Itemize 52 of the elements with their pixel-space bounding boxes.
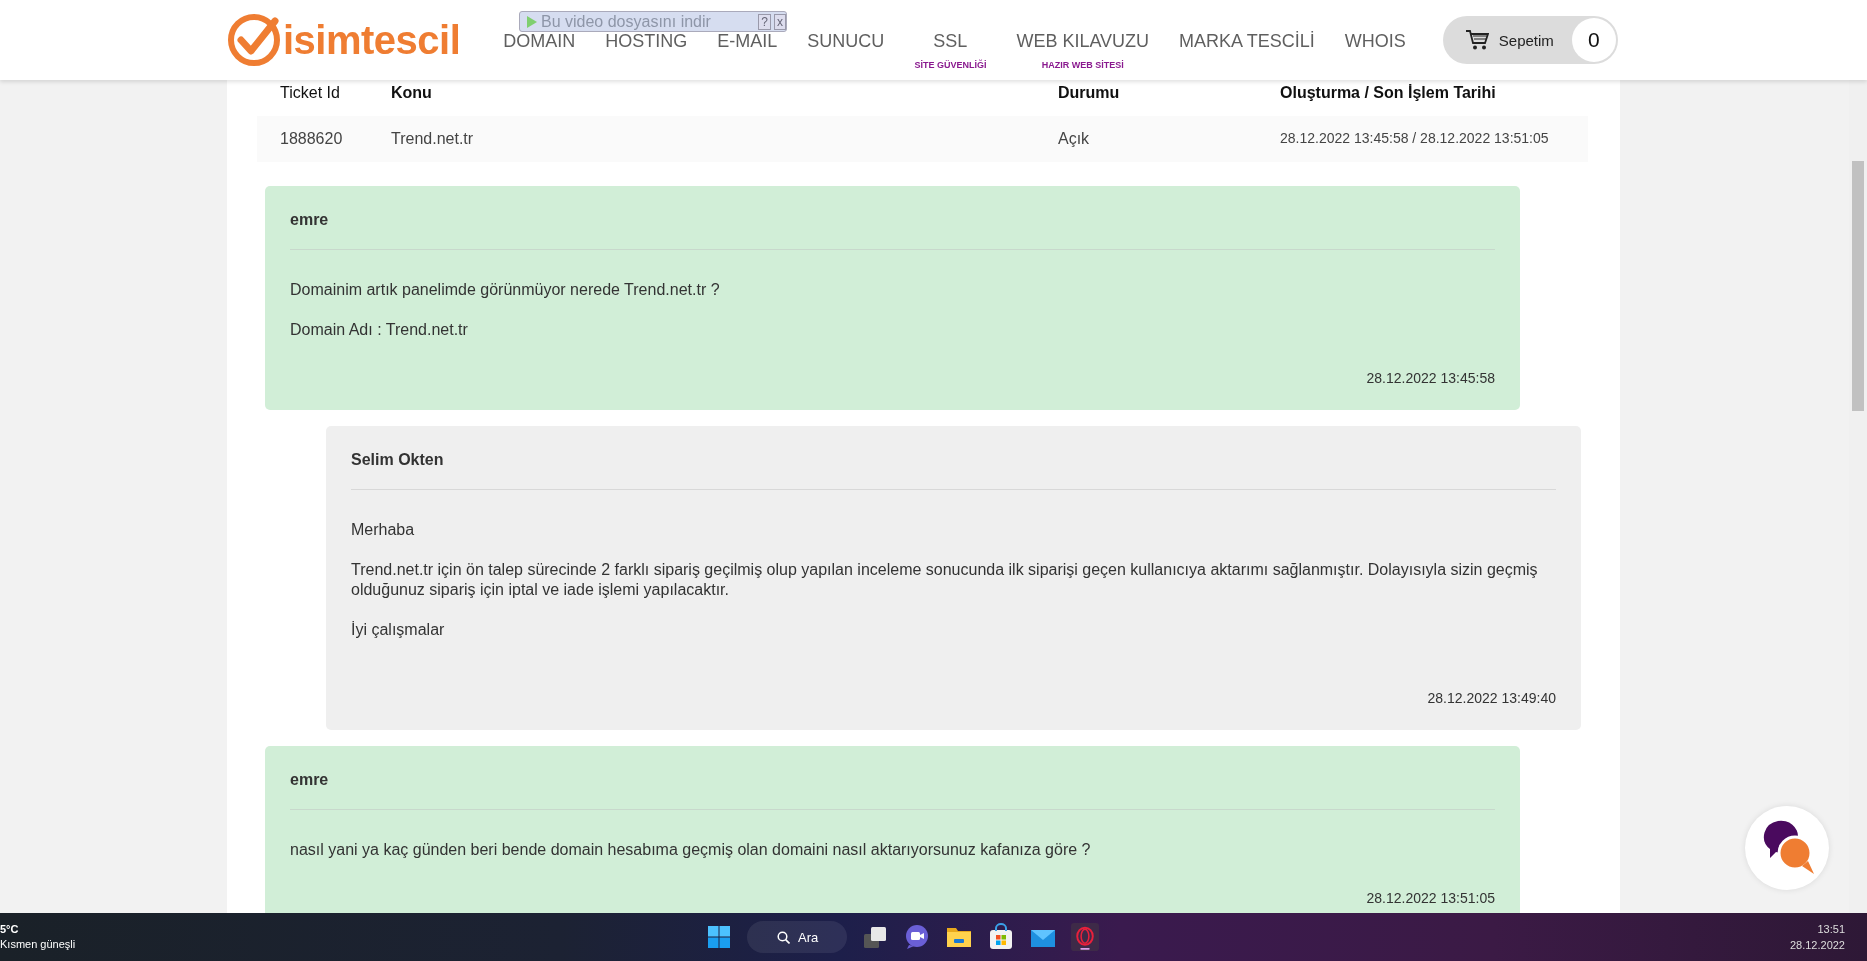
message-text: Trend.net.tr için ön talep sürecinde 2 farklı sipariş geçilmiş olup yapılan inceleme sonucunda ilk siparişi geçen kullanıcıya aktarımı sağlanmıştır. Dolayısıyla sizin geçmiş olduğunuz sipariş için iptal ve iade işlemi yapılacaktır. [351, 560, 1539, 600]
table-cell: 28.12.2022 13:45:58 / 28.12.2022 13:51:05 [1280, 116, 1588, 162]
clock-time: 13:51 [1817, 922, 1845, 937]
column-header: Durumu [1058, 83, 1121, 103]
nav-sublabel: HAZIR WEB SİTESİ [1041, 60, 1124, 70]
store-icon[interactable] [987, 923, 1015, 951]
message-time: 28.12.2022 13:51:05 [1365, 890, 1495, 906]
video-download-toast[interactable]: Bu video dosyasını indir ? x [519, 11, 787, 32]
help-button[interactable]: ? [758, 13, 771, 30]
logo-icon[interactable] [227, 13, 281, 67]
weather-temperature: 5°C [0, 922, 20, 937]
video-download-label: Bu video dosyasını indir [541, 12, 711, 31]
video-chat-icon[interactable] [903, 923, 931, 951]
message-text: İyi çalışmalar [351, 620, 446, 640]
message-author: Selim Okten [351, 451, 1556, 490]
message-time: 28.12.2022 13:45:58 [1365, 370, 1495, 386]
nav-link[interactable]: DOMAIN [503, 30, 576, 52]
windows-start-icon[interactable] [705, 923, 733, 951]
message-time: 28.12.2022 13:49:40 [1426, 690, 1556, 706]
column-header: Ticket Id [279, 83, 341, 103]
cart-icon [1464, 29, 1489, 51]
column-header: Oluşturma / Son İşlem Tarihi [1280, 83, 1497, 103]
nav-link[interactable]: WHOIS [1344, 30, 1406, 52]
message-text: nasıl yani ya kaç günden beri bende domain hesabıma geçmiş olan domaini nasıl aktarıyorsunuz kafanıza göre ? [290, 840, 1092, 860]
column-header: Konu [391, 83, 433, 103]
taskbar-search[interactable]: Ara [747, 921, 847, 953]
play-icon [526, 14, 538, 29]
cart-label: Sepetim [1498, 31, 1554, 49]
search-icon [777, 930, 790, 944]
clock-date: 28.12.2022 [1789, 938, 1845, 953]
table-cell: 1888620 [257, 116, 391, 162]
browser-icon[interactable] [1071, 923, 1099, 951]
message-author: emre [290, 771, 1495, 810]
nav-link[interactable]: SUNUCU [807, 30, 885, 52]
message-text: Domain Adı : Trend.net.tr [290, 320, 469, 340]
close-button[interactable]: x [774, 13, 786, 30]
nav-sublabel: SİTE GÜVENLİĞİ [914, 60, 987, 70]
table-cell: Açık [1058, 116, 1280, 162]
message-text: Merhaba [351, 520, 416, 540]
message-text: Domainim artık panelimde görünmüyor nerede Trend.net.tr ? [290, 280, 721, 300]
cart-button[interactable]: Sepetim 0 [1442, 16, 1618, 64]
cart-count: 0 [1571, 18, 1616, 62]
nav-link[interactable]: SSL [933, 30, 968, 52]
nav-link[interactable]: HOSTING [605, 30, 688, 52]
scroll-thumb[interactable] [1852, 161, 1864, 411]
weather-condition: Kısmen güneşli [0, 937, 76, 952]
table-cell: Trend.net.tr [391, 116, 1058, 162]
message-author: emre [290, 211, 1495, 250]
nav-link[interactable]: WEB KILAVUZU [1016, 30, 1150, 52]
nav-link[interactable]: MARKA TESCİLİ [1179, 30, 1315, 52]
nav-link[interactable]: E-MAIL [717, 30, 778, 52]
taskbar-clock[interactable]: 13:51 28.12.2022 [1789, 921, 1845, 953]
